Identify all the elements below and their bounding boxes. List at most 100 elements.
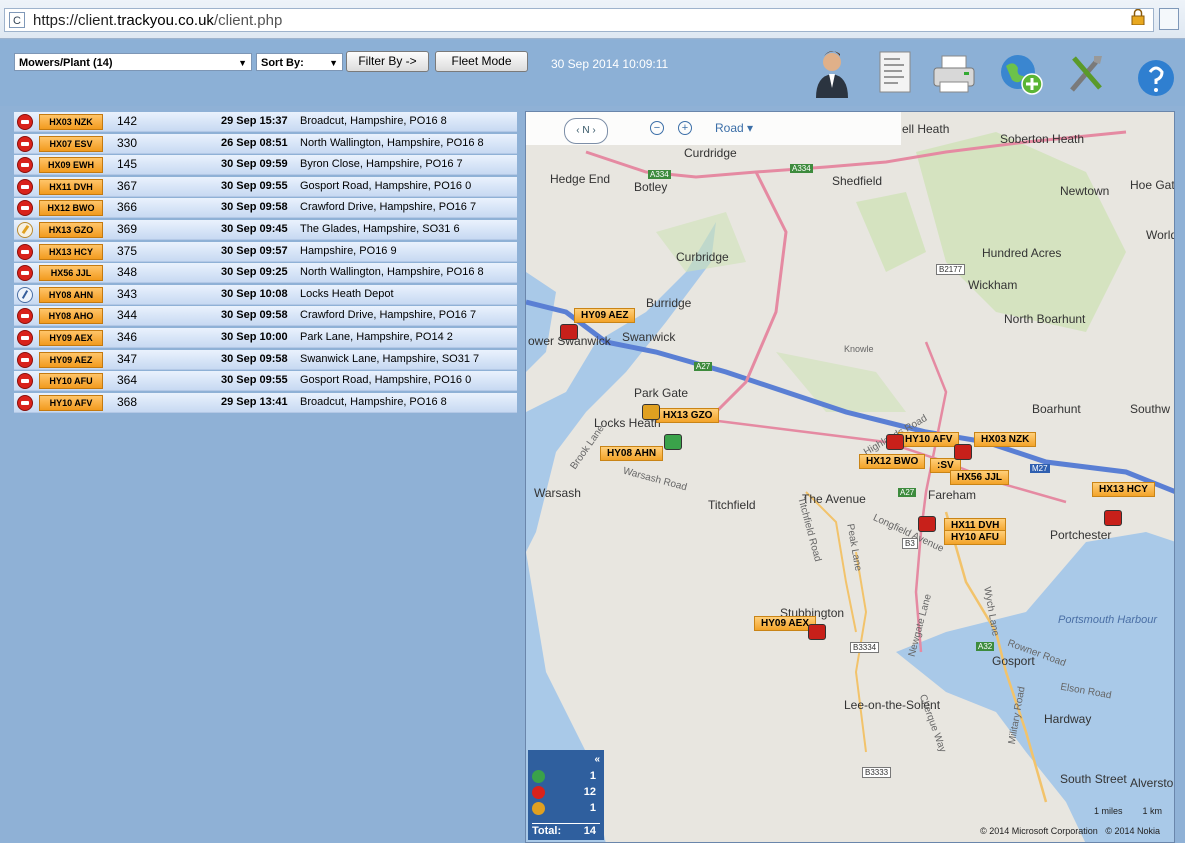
map-place-label: North Boarhunt — [1004, 312, 1086, 326]
address-bar[interactable]: C https://client.trackyou.co.uk/client.p… — [4, 8, 1154, 32]
vehicle-row[interactable]: HX07 ESV 330 26 Sep 08:51 North Wallington,… — [14, 133, 517, 154]
compass-control[interactable]: ‹ N › — [564, 118, 608, 144]
vehicle-reg[interactable]: HX13 HCY — [39, 243, 103, 260]
vehicle-row[interactable]: HX09 EWH 145 30 Sep 09:59 Byron Close, Hamp… — [14, 155, 517, 176]
vehicle-row[interactable]: HX13 GZO 369 30 Sep 09:45 The Glades, Hamps… — [14, 219, 517, 240]
map-place-label: Burridge — [646, 296, 692, 310]
map-vehicle-tag[interactable]: HX13 GZO — [656, 408, 720, 423]
map-vehicle-tag[interactable]: HX12 BWO — [859, 454, 926, 469]
map-place-label: Hardway — [1044, 712, 1092, 726]
zoom-in-icon[interactable]: + — [678, 121, 692, 135]
group-select[interactable]: Mowers/Plant (14) ▼ — [14, 53, 252, 71]
vehicle-reg[interactable]: HY10 AFV — [39, 394, 103, 411]
map-place-label: World — [1146, 228, 1175, 242]
map-vehicle-tag[interactable]: HX13 HCY — [1092, 482, 1155, 497]
map-vehicle-tag[interactable]: HX03 NZK — [974, 432, 1037, 447]
vehicle-reg[interactable]: HX12 BWO — [39, 200, 103, 217]
collapse-icon[interactable]: « — [594, 754, 600, 765]
fleet-mode-button[interactable]: Fleet Mode — [435, 51, 528, 72]
mower-marker-icon[interactable] — [808, 624, 826, 640]
map-vehicle-tag[interactable]: HY10 AFU — [944, 530, 1006, 545]
vehicle-row[interactable]: HX12 BWO 366 30 Sep 09:58 Crawford Drive, H… — [14, 198, 517, 219]
map-vehicle-tag[interactable]: HY09 AEX — [754, 616, 816, 631]
add-globe-icon[interactable] — [996, 46, 1048, 100]
map-place-label: Knowle — [844, 344, 874, 354]
vehicle-reg[interactable]: HY08 AHN — [39, 286, 103, 303]
vehicle-reg[interactable]: HX09 EWH — [39, 157, 103, 174]
vehicle-last-seen: 30 Sep 09:58 — [221, 352, 288, 365]
vehicle-location: Crawford Drive, Hampshire, PO16 7 — [300, 309, 477, 322]
mower-marker-icon[interactable] — [918, 516, 936, 532]
vehicle-row[interactable]: HY09 AEX 346 30 Sep 10:00 Park Lane, Hampsh… — [14, 327, 517, 348]
idle-status-icon — [17, 221, 33, 238]
map-canvas[interactable] — [526, 112, 1175, 843]
vehicle-reg[interactable]: HY08 AHO — [39, 308, 103, 325]
zoom-out-icon[interactable]: − — [650, 121, 664, 135]
vehicle-reg[interactable]: HX13 GZO — [39, 221, 103, 238]
report-icon[interactable] — [868, 46, 920, 100]
vehicle-reg[interactable]: HX56 JJL — [39, 265, 103, 282]
vehicle-reg[interactable]: HY09 AEX — [39, 329, 103, 346]
legend-idle: 1 — [532, 802, 600, 816]
help-icon[interactable] — [1126, 46, 1178, 100]
stopped-status-icon — [17, 157, 33, 174]
chevron-down-icon: ▼ — [329, 58, 338, 68]
map-vehicle-tag[interactable]: HY08 AHN — [600, 446, 664, 461]
map-place-label: Wickham — [968, 278, 1018, 292]
mower-marker-icon[interactable] — [642, 404, 660, 420]
map-vehicle-tag[interactable]: HY10 AFV — [898, 432, 960, 447]
map-vehicle-tag[interactable]: HX56 JJL — [950, 470, 1010, 485]
vehicle-number: 142 — [117, 114, 138, 128]
map-vehicle-tag[interactable]: HY09 AEZ — [574, 308, 636, 323]
vehicle-number: 375 — [117, 243, 138, 258]
vehicle-row[interactable]: HY10 AFV 368 29 Sep 13:41 Broadcut, Hampshi… — [14, 392, 517, 413]
url-domain: trackyou.co.uk — [117, 11, 214, 29]
vehicle-row[interactable]: HX13 HCY 375 30 Sep 09:57 Hampshire, PO16 9 — [14, 241, 517, 262]
vehicle-row[interactable]: HX03 NZK 142 29 Sep 15:37 Broadcut, Hampshi… — [14, 112, 517, 132]
road-shield: B3333 — [862, 767, 892, 778]
map-style-dropdown[interactable]: Road ▾ — [715, 121, 753, 135]
map-place-label: Newtown — [1060, 184, 1110, 198]
vehicle-number: 330 — [117, 135, 138, 150]
map-copyright: © 2014 Microsoft Corporation © 2014 Noki… — [980, 826, 1160, 836]
mower-marker-icon[interactable] — [954, 444, 972, 460]
filter-button[interactable]: Filter By -> — [346, 51, 429, 72]
vehicle-number: 369 — [117, 221, 138, 236]
vehicle-last-seen: 29 Sep 15:37 — [221, 115, 288, 127]
vehicle-reg[interactable]: HY10 AFU — [39, 373, 103, 390]
map-view[interactable]: ‹ N › − + Road ▾ ell Heath Soberton Heath… — [525, 111, 1175, 843]
map-place-label: Shedfield — [832, 174, 883, 188]
vehicle-reg[interactable]: HX07 ESV — [39, 135, 103, 152]
vehicle-row[interactable]: HY10 AFU 364 30 Sep 09:55 Gosport Road, Ham… — [14, 371, 517, 392]
page-icon: C — [9, 12, 25, 28]
stopped-status-icon — [17, 351, 33, 368]
tools-icon[interactable] — [1060, 46, 1112, 100]
mower-marker-icon[interactable] — [664, 434, 682, 450]
mower-marker-icon[interactable] — [1104, 510, 1122, 526]
vehicle-row[interactable]: HY08 AHO 344 30 Sep 09:58 Crawford Drive, H… — [14, 306, 517, 327]
vehicle-number: 348 — [117, 265, 138, 280]
road-shield: B3334 — [850, 642, 880, 653]
printer-icon[interactable] — [928, 46, 980, 100]
mower-marker-icon[interactable] — [560, 324, 578, 340]
vehicle-row[interactable]: HY08 AHN 343 30 Sep 10:08 Locks Heath Depot — [14, 284, 517, 305]
browser-bar: C https://client.trackyou.co.uk/client.p… — [0, 0, 1185, 39]
stopped-status-icon — [17, 308, 33, 325]
url-text[interactable]: https://client.trackyou.co.uk/client.php — [33, 12, 282, 29]
map-place-label: Hundred Acres — [982, 246, 1062, 260]
vehicle-reg[interactable]: HY09 AEZ — [39, 351, 103, 368]
vehicle-row[interactable]: HX56 JJL 348 30 Sep 09:25 North Wallington,… — [14, 263, 517, 284]
map-place-label: Swanwick — [622, 330, 676, 344]
vehicle-row[interactable]: HX11 DVH 367 30 Sep 09:55 Gosport Road, Ham… — [14, 176, 517, 197]
vehicle-location: Crawford Drive, Hampshire, PO16 7 — [300, 201, 477, 214]
vehicle-reg[interactable]: HX11 DVH — [39, 178, 103, 195]
vehicle-row[interactable]: HY09 AEZ 347 30 Sep 09:58 Swanwick Lane, Ha… — [14, 349, 517, 370]
vehicle-reg[interactable]: HX03 NZK — [39, 114, 103, 130]
sort-select[interactable]: Sort By: ▼ — [256, 53, 343, 71]
compat-view-icon[interactable] — [1159, 8, 1179, 30]
vehicle-location: Broadcut, Hampshire, PO16 8 — [300, 115, 447, 127]
user-icon[interactable] — [806, 46, 858, 100]
mower-marker-icon[interactable] — [886, 434, 904, 450]
vehicle-location: Gosport Road, Hampshire, PO16 0 — [300, 374, 472, 387]
lock-icon[interactable] — [1131, 9, 1145, 25]
